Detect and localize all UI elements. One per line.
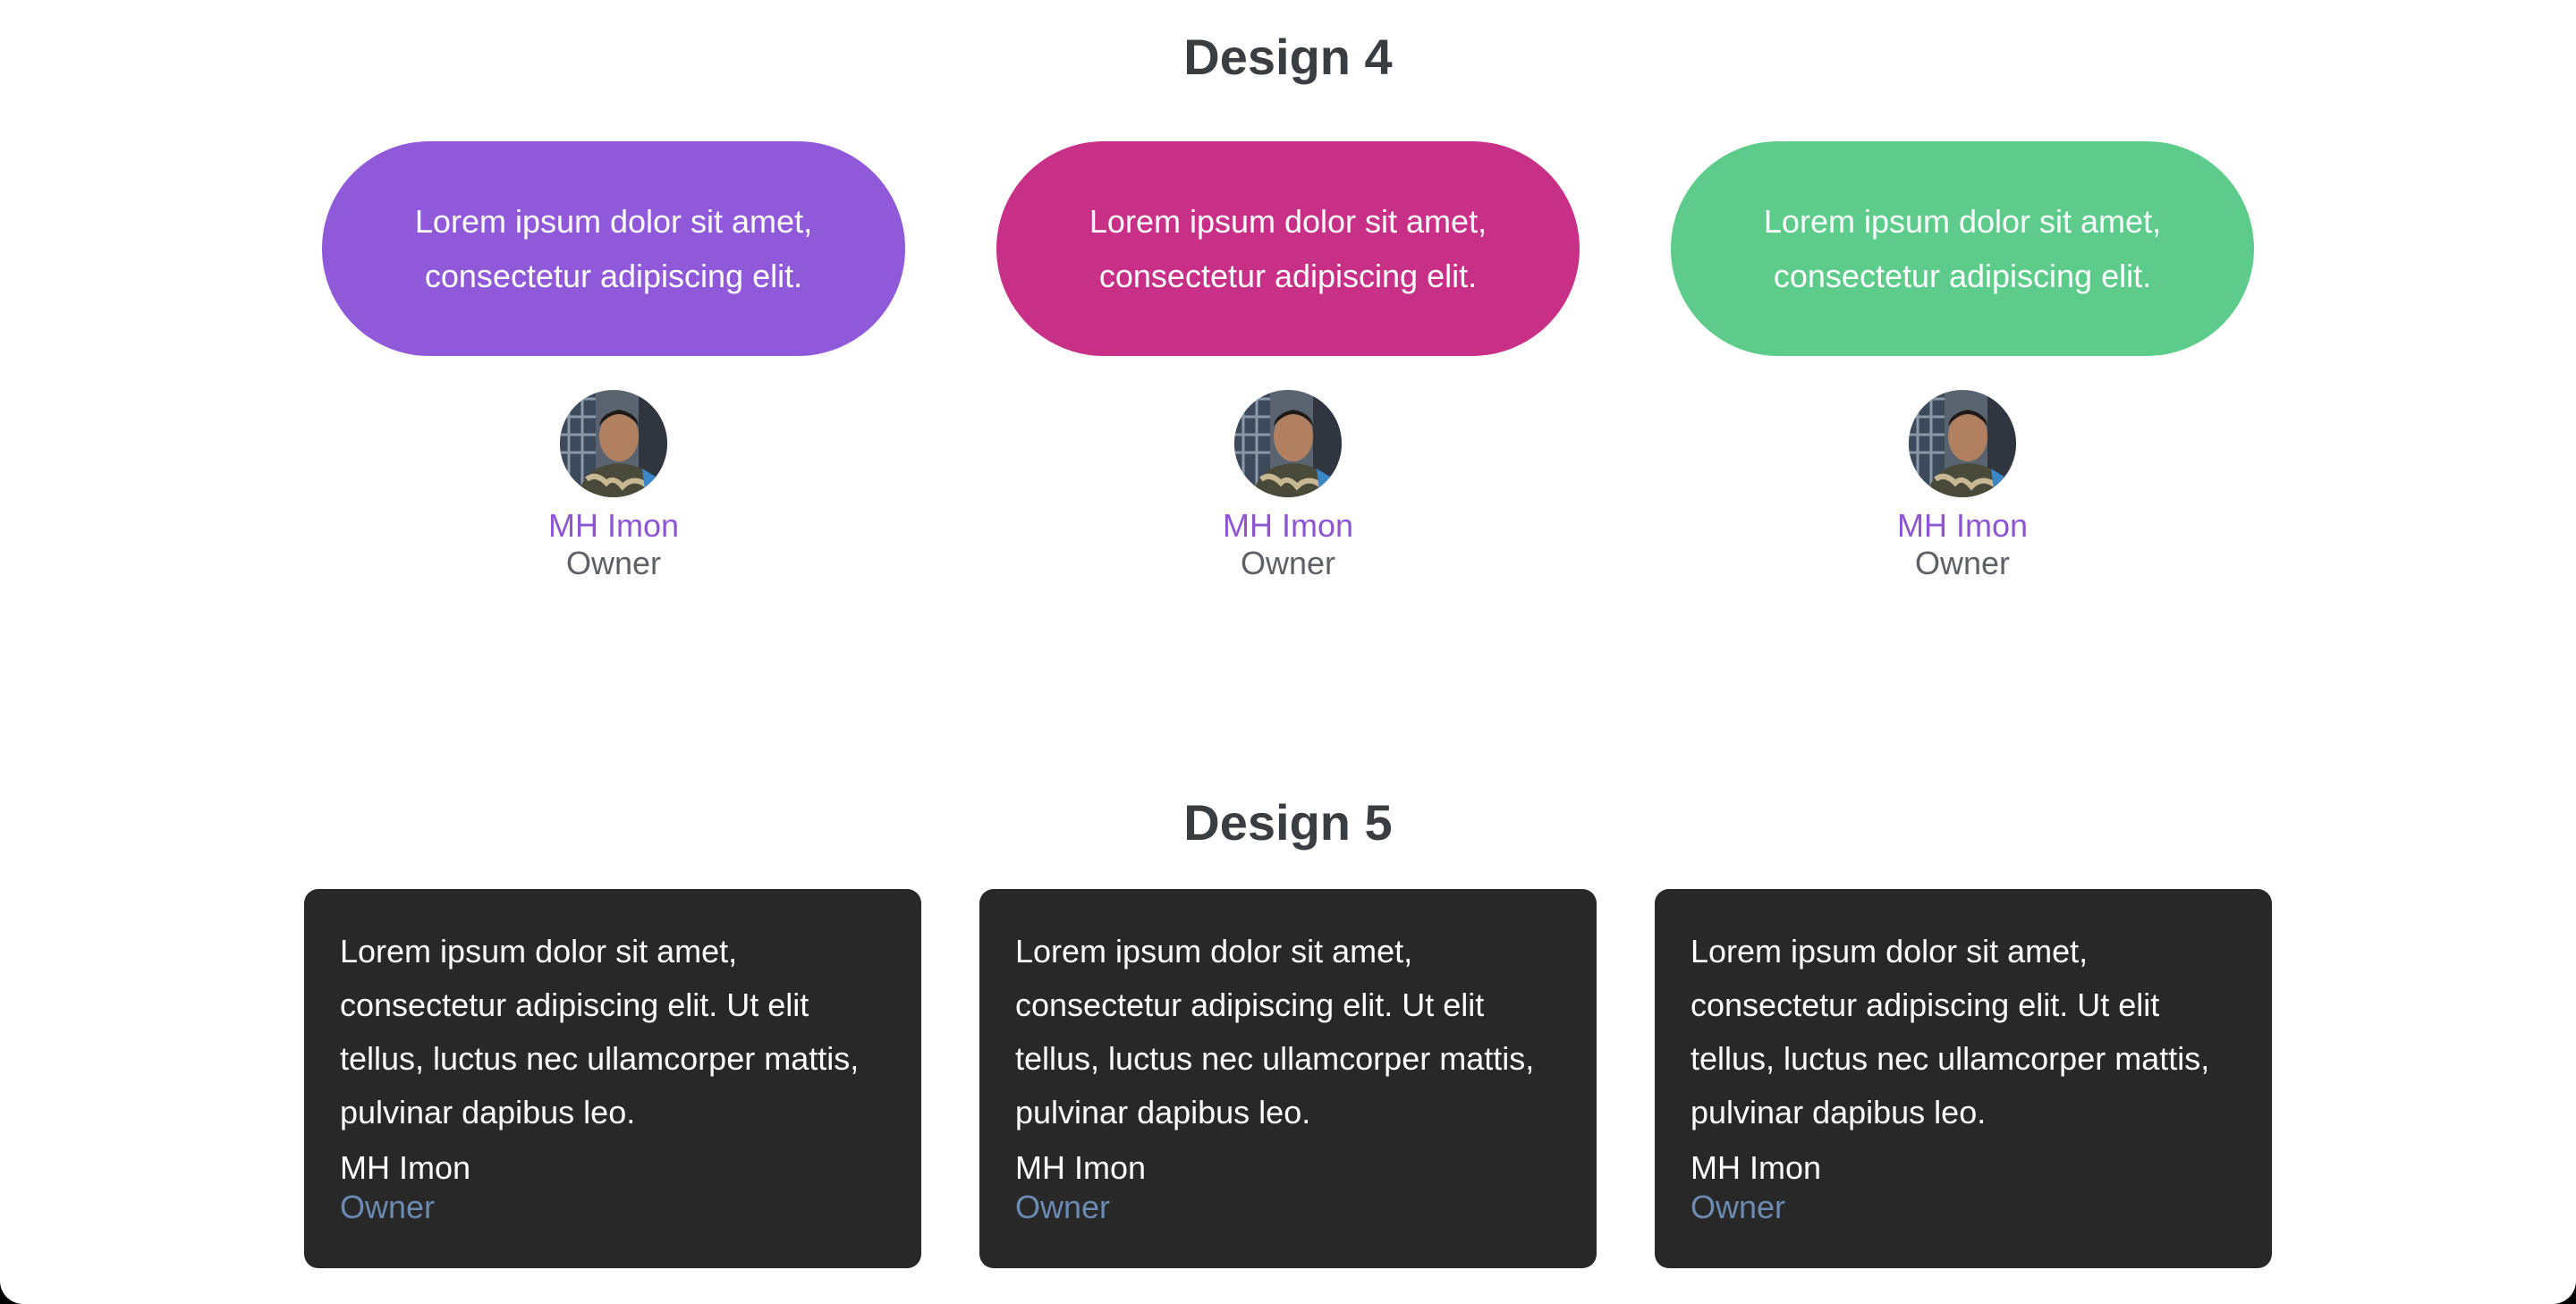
testimonial-text-line: Lorem ipsum dolor sit amet, — [1089, 203, 1487, 240]
testimonial-author-name: MH Imon — [340, 1149, 471, 1186]
testimonial-author-role: Owner — [1240, 545, 1336, 581]
testimonial-text-line: consectetur adipiscing elit. — [424, 258, 803, 294]
design-5-testimonial-card: Lorem ipsum dolor sit amet, consectetur … — [979, 889, 1597, 1268]
testimonial-author-name: MH Imon — [1690, 1149, 1822, 1186]
testimonial-text: Lorem ipsum dolor sit amet, consectetur … — [1015, 933, 1535, 1130]
testimonial-bubble: Lorem ipsum dolor sit amet, consectetur … — [322, 141, 905, 356]
design-5-title: Design 5 — [1183, 794, 1393, 851]
avatar — [560, 390, 667, 497]
testimonial-author-role: Owner — [565, 545, 662, 581]
design-4-testimonial-card: Lorem ipsum dolor sit amet, consectetur … — [1671, 0, 2254, 581]
testimonial-text: Lorem ipsum dolor sit amet, consectetur … — [340, 933, 860, 1130]
design-5-testimonial-card: Lorem ipsum dolor sit amet, consectetur … — [304, 889, 921, 1268]
avatar — [1234, 390, 1342, 497]
design-5-testimonial-card: Lorem ipsum dolor sit amet, consectetur … — [1655, 889, 2272, 1268]
testimonial-author-role: Owner — [1914, 545, 2011, 581]
testimonial-author-role: Owner — [1690, 1189, 1786, 1225]
window-corner — [2529, 1257, 2576, 1304]
testimonial-author-name: MH Imon — [1896, 507, 2029, 544]
testimonial-author-name: MH Imon — [1015, 1149, 1147, 1186]
testimonial-bubble: Lorem ipsum dolor sit amet, consectetur … — [1671, 141, 2254, 356]
testimonial-text: Lorem ipsum dolor sit amet, consectetur … — [1089, 194, 1487, 303]
design-4-testimonial-card: Lorem ipsum dolor sit amet, consectetur … — [322, 0, 905, 581]
avatar — [1909, 390, 2016, 497]
testimonial-bubble: Lorem ipsum dolor sit amet, consectetur … — [996, 141, 1580, 356]
testimonial-text-line: consectetur adipiscing elit. — [1773, 258, 2152, 294]
testimonial-text: Lorem ipsum dolor sit amet, consectetur … — [1690, 933, 2210, 1130]
testimonial-author-name: MH Imon — [1222, 507, 1354, 544]
window-corner — [0, 1257, 47, 1304]
testimonial-text: Lorem ipsum dolor sit amet, consectetur … — [415, 194, 812, 303]
testimonial-text-line: Lorem ipsum dolor sit amet, — [1763, 203, 2162, 240]
testimonial-text: Lorem ipsum dolor sit amet, consectetur … — [1764, 194, 2161, 303]
testimonial-text-line: consectetur adipiscing elit. — [1098, 258, 1478, 294]
testimonial-text-line: Lorem ipsum dolor sit amet, — [414, 203, 813, 240]
testimonial-author-role: Owner — [340, 1189, 436, 1225]
testimonial-author-name: MH Imon — [547, 507, 680, 544]
testimonial-author-role: Owner — [1015, 1189, 1111, 1225]
design-4-testimonial-card: Lorem ipsum dolor sit amet, consectetur … — [996, 0, 1580, 581]
